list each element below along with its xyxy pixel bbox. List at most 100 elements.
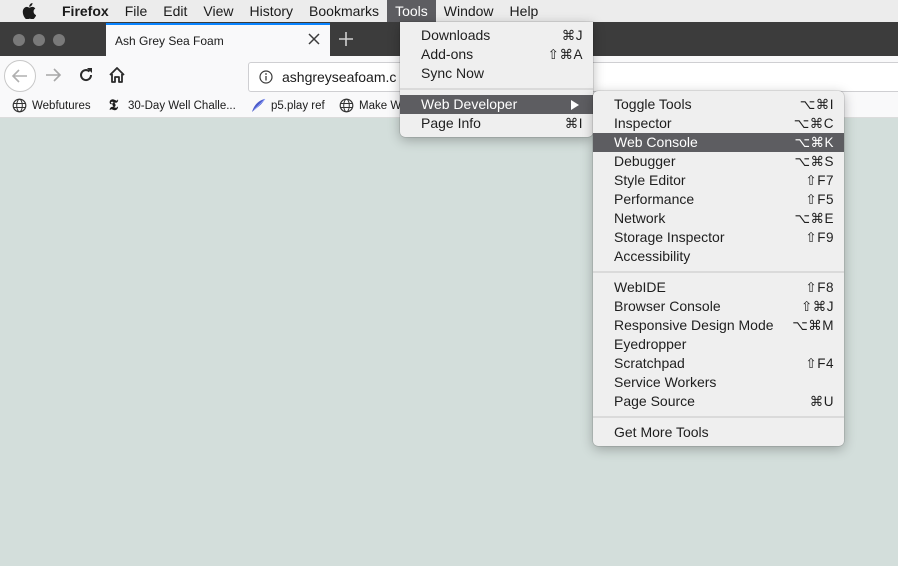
menu-item-label: Performance [614, 191, 695, 207]
menu-item-network[interactable]: Network ⌥⌘E [593, 209, 844, 228]
submenu-arrow-icon [571, 100, 579, 110]
menu-separator [593, 411, 844, 423]
menu-item-label: Network [614, 210, 666, 226]
menu-item-label: Debugger [614, 153, 676, 169]
menu-item-accessibility[interactable]: Accessibility [593, 247, 844, 266]
menubar-tools[interactable]: Tools [387, 0, 436, 22]
menu-item-label: Eyedropper [614, 336, 687, 352]
menu-item-label: Inspector [614, 115, 672, 131]
menu-item-shortcut: ⌥⌘M [792, 318, 834, 333]
bookmark-webfutures[interactable]: Webfutures [12, 98, 91, 113]
menu-item-sync-now[interactable]: Sync Now [400, 64, 593, 83]
back-button[interactable] [4, 60, 36, 92]
menu-item-shortcut: ⌥⌘K [794, 135, 834, 150]
menu-item-label: WebIDE [614, 279, 666, 295]
menu-item-shortcut: ⌥⌘S [794, 154, 834, 169]
menu-separator [400, 83, 593, 95]
apple-menu-icon[interactable] [20, 0, 38, 22]
menu-item-browser-console[interactable]: Browser Console ⇧⌘J [593, 297, 844, 316]
bookmark-label: p5.play ref [271, 99, 325, 112]
tools-menu: Downloads ⌘J Add-ons ⇧⌘A Sync Now Web De… [400, 22, 593, 137]
menu-item-add-ons[interactable]: Add-ons ⇧⌘A [400, 45, 593, 64]
minimize-window-button[interactable] [33, 34, 45, 46]
forward-icon[interactable] [44, 66, 62, 84]
nytimes-icon: 𝕿 [108, 96, 119, 114]
menubar-help[interactable]: Help [502, 0, 547, 22]
menu-item-storage-inspector[interactable]: Storage Inspector ⇧F9 [593, 228, 844, 247]
menu-item-label: Browser Console [614, 298, 721, 314]
menu-item-label: Web Developer [421, 96, 518, 112]
close-window-button[interactable] [13, 34, 25, 46]
menu-item-shortcut: ⇧F8 [805, 280, 834, 295]
menu-item-label: Page Info [421, 115, 481, 131]
menu-item-shortcut: ⌘I [564, 116, 583, 131]
menu-item-shortcut: ⇧F5 [805, 192, 834, 207]
menu-item-page-info[interactable]: Page Info ⌘I [400, 114, 593, 133]
menu-item-shortcut: ⌘U [809, 394, 834, 409]
site-info-icon[interactable] [259, 70, 273, 84]
menu-item-shortcut: ⌥⌘C [793, 116, 834, 131]
bookmark-label: Make W [359, 99, 402, 112]
menu-item-shortcut: ⇧⌘J [800, 299, 834, 314]
menu-item-label: Scratchpad [614, 355, 685, 371]
menu-item-web-console[interactable]: Web Console ⌥⌘K [593, 133, 844, 152]
menu-item-style-editor[interactable]: Style Editor ⇧F7 [593, 171, 844, 190]
menu-item-shortcut: ⇧F9 [805, 230, 834, 245]
menu-item-shortcut: ⌥⌘E [794, 211, 834, 226]
menu-item-scratchpad[interactable]: Scratchpad ⇧F4 [593, 354, 844, 373]
bookmark-label: 30-Day Well Challe... [128, 99, 236, 112]
menu-item-toggle-tools[interactable]: Toggle Tools ⌥⌘I [593, 95, 844, 114]
menu-item-debugger[interactable]: Debugger ⌥⌘S [593, 152, 844, 171]
menubar-window[interactable]: Window [436, 0, 502, 22]
home-icon[interactable] [108, 66, 126, 84]
menu-item-label: Page Source [614, 393, 695, 409]
bookmark-30-day-well-challenge[interactable]: 𝕿 30-Day Well Challe... [106, 98, 236, 113]
menubar-firefox[interactable]: Firefox [54, 0, 117, 22]
menu-item-responsive-design-mode[interactable]: Responsive Design Mode ⌥⌘M [593, 316, 844, 335]
close-tab-icon[interactable] [306, 31, 322, 47]
new-tab-icon[interactable] [336, 29, 356, 49]
menu-item-label: Accessibility [614, 248, 691, 264]
bookmark-label: Webfutures [32, 99, 91, 112]
feather-icon [251, 98, 266, 113]
menu-item-shortcut: ⌥⌘I [799, 97, 834, 112]
url-text[interactable]: ashgreyseafoam.c [282, 69, 396, 85]
globe-icon [339, 98, 354, 113]
bookmark-make-w[interactable]: Make W [339, 98, 401, 113]
menubar-file[interactable]: File [117, 0, 156, 22]
tab-ash-grey-sea-foam[interactable]: Ash Grey Sea Foam [106, 23, 330, 56]
menubar-bookmarks[interactable]: Bookmarks [301, 0, 387, 22]
bookmark-p5-play-ref[interactable]: p5.play ref [251, 98, 325, 113]
menubar-history[interactable]: History [241, 0, 301, 22]
menu-item-label: Web Console [614, 134, 698, 150]
menu-item-shortcut: ⇧F4 [805, 356, 834, 371]
menu-item-service-workers[interactable]: Service Workers [593, 373, 844, 392]
menu-item-label: Responsive Design Mode [614, 317, 774, 333]
globe-icon [12, 98, 27, 113]
macos-menubar: Firefox File Edit View History Bookmarks… [0, 0, 898, 22]
menu-item-label: Storage Inspector [614, 229, 725, 245]
menu-item-label: Downloads [421, 27, 491, 43]
menu-item-shortcut: ⌘J [561, 28, 583, 43]
menu-item-downloads[interactable]: Downloads ⌘J [400, 26, 593, 45]
menu-item-shortcut: ⇧F7 [805, 173, 834, 188]
menu-item-webide[interactable]: WebIDE ⇧F8 [593, 278, 844, 297]
menu-item-get-more-tools[interactable]: Get More Tools [593, 423, 844, 442]
menu-item-label: Add-ons [421, 46, 474, 62]
menu-item-label: Service Workers [614, 374, 717, 390]
menu-item-web-developer[interactable]: Web Developer [400, 95, 593, 114]
tab-title: Ash Grey Sea Foam [115, 34, 224, 48]
menu-item-page-source[interactable]: Page Source ⌘U [593, 392, 844, 411]
zoom-window-button[interactable] [53, 34, 65, 46]
reload-icon[interactable] [77, 66, 95, 84]
menu-item-shortcut: ⇧⌘A [547, 47, 583, 62]
web-developer-submenu: Toggle Tools ⌥⌘I Inspector ⌥⌘C Web Conso… [593, 91, 844, 446]
menu-item-inspector[interactable]: Inspector ⌥⌘C [593, 114, 844, 133]
menu-item-eyedropper[interactable]: Eyedropper [593, 335, 844, 354]
menubar-edit[interactable]: Edit [155, 0, 195, 22]
menu-item-label: Style Editor [614, 172, 686, 188]
menu-item-performance[interactable]: Performance ⇧F5 [593, 190, 844, 209]
menu-separator [593, 266, 844, 278]
menu-item-label: Sync Now [421, 65, 485, 81]
menubar-view[interactable]: View [195, 0, 241, 22]
